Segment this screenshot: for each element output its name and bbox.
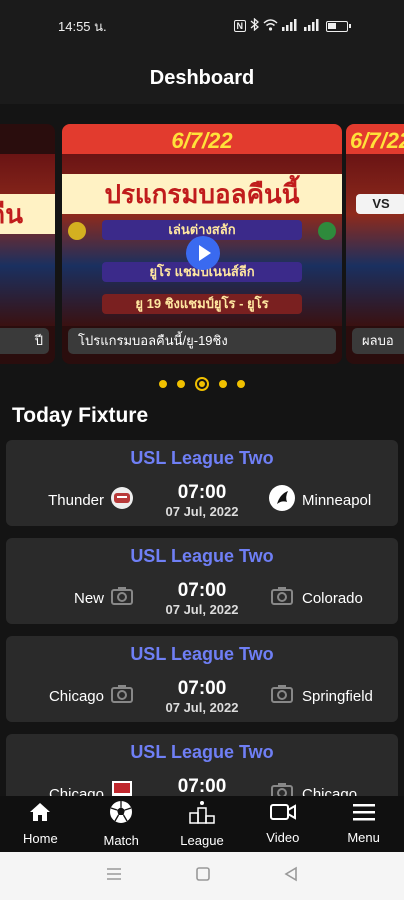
carousel-slide-previous[interactable]: ลคืน ปี <box>0 124 55 364</box>
carousel-pagination <box>0 374 404 394</box>
away-team-name: Minneapol <box>302 492 372 509</box>
signal-icon-2 <box>304 18 322 34</box>
slide-line-3: ยู 19 ชิงแชมป์ยูโร - ยูโร <box>102 294 302 314</box>
battery-icon <box>326 20 351 32</box>
signal-icon <box>282 18 300 34</box>
hamburger-menu-icon <box>352 803 375 826</box>
nav-label: League <box>180 833 224 848</box>
nav-league[interactable]: League <box>162 796 243 852</box>
camera-icon <box>268 582 296 610</box>
thunder-crest-icon <box>108 484 136 512</box>
red-crest-icon <box>108 778 136 796</box>
kickoff-time: 07:00 <box>177 776 227 796</box>
slide-vs-label: VS <box>356 194 404 214</box>
video-camera-icon <box>269 803 296 826</box>
nav-label: Menu <box>347 830 380 845</box>
kickoff-date: 07 Jul, 2022 <box>165 700 239 715</box>
kickoff-time: 07:00 <box>177 678 227 699</box>
nav-label: Home <box>23 831 58 846</box>
nav-video[interactable]: Video <box>242 796 323 852</box>
fixture-card[interactable]: USL League Two New 07:00 07 Jul, 2022 Co… <box>6 538 398 624</box>
kickoff-time: 07:00 <box>177 482 227 503</box>
banner-carousel[interactable]: ลคืน ปี 6/7/22 ปรแกรมบอลคืนนี้ เล่นต่างส… <box>0 104 404 374</box>
league-name: USL League Two <box>130 448 274 468</box>
nav-home[interactable]: Home <box>0 796 81 852</box>
back-icon[interactable] <box>284 866 298 887</box>
wifi-icon <box>263 18 278 34</box>
carousel-slide-current[interactable]: 6/7/22 ปรแกรมบอลคืนนี้ เล่นต่างสลัก ยูโร… <box>62 124 342 364</box>
pagination-dot[interactable] <box>177 380 185 388</box>
slide-headline: ลคืน <box>0 194 55 234</box>
home-team-name: Chicago <box>48 786 104 796</box>
league-name: USL League Two <box>130 742 274 762</box>
slide-image: ลคืน <box>0 154 55 326</box>
away-team-name: Chicago <box>302 786 358 796</box>
slide-caption: โปรแกรมบอลคืนนี้/ยู-19ชิง <box>68 328 336 354</box>
league-name: USL League Two <box>130 644 274 664</box>
bird-crest-icon <box>268 484 296 512</box>
nav-menu[interactable]: Menu <box>323 796 404 852</box>
nav-match[interactable]: Match <box>81 796 162 852</box>
pagination-dot[interactable] <box>159 380 167 388</box>
bottom-navigation: Home Match League Video Menu <box>0 796 404 852</box>
camera-icon <box>108 582 136 610</box>
home-team-name: New <box>73 590 104 607</box>
camera-icon <box>268 778 296 796</box>
camera-icon <box>268 680 296 708</box>
nav-label: Video <box>266 830 300 845</box>
home-team-name: Chicago <box>48 688 104 705</box>
page-title: Deshboard <box>149 66 255 89</box>
away-team-name: Colorado <box>302 590 363 607</box>
status-time: 14:55 น. <box>58 18 107 34</box>
slide-image: VS <box>346 154 404 326</box>
podium-icon <box>189 800 215 829</box>
carousel-slide-next[interactable]: 6/7/22 VS ผลบอ <box>346 124 404 364</box>
home-team-name: Thunder <box>48 492 104 509</box>
home-icon <box>29 802 51 827</box>
play-video-button[interactable] <box>186 236 220 270</box>
fixture-list: USL League Two Thunder 07:00 07 Jul, 202… <box>0 440 404 796</box>
fixture-card[interactable]: USL League Two Chicago 07:00 Chicago <box>6 734 398 796</box>
away-team-name: Springfield <box>302 688 373 705</box>
nav-label: Match <box>103 833 139 848</box>
league-name: USL League Two <box>130 546 274 566</box>
kickoff-time: 07:00 <box>177 580 227 601</box>
fixture-card[interactable]: USL League Two Thunder 07:00 07 Jul, 202… <box>6 440 398 526</box>
slide-caption: ผลบอ <box>352 328 404 354</box>
pagination-dot-active[interactable] <box>195 377 209 391</box>
pagination-dot[interactable] <box>219 380 227 388</box>
pagination-dot[interactable] <box>237 380 245 388</box>
nfc-icon: N <box>233 20 246 32</box>
section-title: Today Fixture <box>12 404 149 427</box>
kickoff-date: 07 Jul, 2022 <box>165 602 239 617</box>
status-icons: N <box>233 17 351 34</box>
recent-apps-icon[interactable] <box>106 867 122 886</box>
slide-date: 6/7/22 <box>346 124 404 158</box>
slide-caption: ปี <box>0 328 49 354</box>
status-bar: 14:55 น. N <box>0 0 404 52</box>
system-navigation-bar <box>0 852 404 900</box>
slide-headline: ปรแกรมบอลคืนนี้ <box>62 174 342 214</box>
fixture-card[interactable]: USL League Two Chicago 07:00 07 Jul, 202… <box>6 636 398 722</box>
slide-date: 6/7/22 <box>62 124 342 158</box>
camera-icon <box>108 680 136 708</box>
app-header: Deshboard <box>0 52 404 104</box>
soccer-ball-icon <box>109 800 133 829</box>
bluetooth-icon <box>250 17 259 34</box>
kickoff-date: 07 Jul, 2022 <box>165 504 239 519</box>
home-button-icon[interactable] <box>195 866 211 887</box>
